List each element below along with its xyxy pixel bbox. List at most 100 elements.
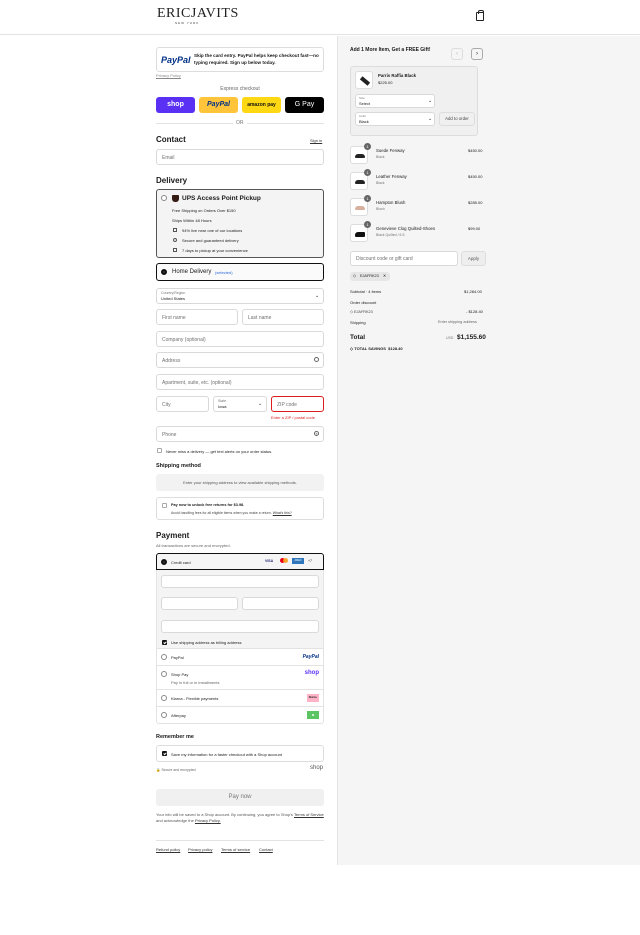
cart-item: 1 Suede Fenway Black $450.00 [350,143,486,166]
ups-radio[interactable] [161,195,167,201]
tag-icon: ◇ [353,274,356,278]
ups-line2: Ships Within 48 Hours [172,218,212,223]
shield-icon [173,238,177,242]
zip-field[interactable]: ZIP code [271,396,324,412]
afterpay-icon: a [307,711,319,719]
country-select[interactable]: Country/Region United States ⌄ [156,288,324,304]
address-field[interactable]: Address [156,352,324,368]
company-field[interactable]: Company (optional) [156,331,324,347]
remove-discount-icon[interactable]: ✕ [383,274,386,278]
ups-bullet-2: Secure and guaranteed delivery [182,238,239,243]
shipping-method-heading: Shipping method [156,463,201,469]
paypal-express-button[interactable]: PayPal [199,97,238,113]
add-to-order-button[interactable]: Add to order [439,112,475,126]
terms-text: Your info will be saved to a Shop accoun… [156,812,324,823]
discount-code-label: ◇ EJAFRK23 [350,310,373,314]
chevron-right-icon[interactable]: › [471,48,483,60]
card-number-field[interactable] [161,575,319,588]
ups-pickup-option[interactable]: UPS Access Point Pickup Free Shipping on… [156,189,324,258]
free-returns-checkbox[interactable] [162,503,167,508]
sign-in-link[interactable]: Sign in [310,138,322,143]
home-delivery-radio[interactable] [161,269,167,275]
billing-same-label: Use shipping address as billing address [171,640,242,645]
privacy-policy-link[interactable]: Privacy Policy [156,73,181,78]
or-label: OR [233,120,247,126]
shopping-bag-icon[interactable] [476,10,484,21]
upsell-card: Parris Raffia Black $225.00 Size Select … [350,66,478,136]
paypal-method[interactable]: PayPal PayPal [156,649,324,666]
upsell-product-name: Parris Raffia Black [378,73,416,78]
zip-error: Enter a ZIP / postal code [271,415,315,420]
site-header: ERICJAVITS NEW YORK [0,0,640,35]
help-icon: ? [314,431,319,436]
cart-item: 1 Genevieve Clog Quilted-Shoes Black Qui… [350,221,486,244]
credit-card-option[interactable]: Credit card VISA AMEX +7 [156,553,324,570]
cart-items: 1 Suede Fenway Black $450.00 1 Leather F… [350,143,486,242]
upsell-color-select[interactable]: Color Black ⌄ [355,112,435,126]
refund-policy-link[interactable]: Refund policy [156,847,180,852]
cart-item: 1 Leather Fenway Black $450.00 [350,169,486,192]
home-delivery-selected: (selected) [215,270,233,275]
brand-logo[interactable]: ERICJAVITS [157,6,239,22]
paypal-banner: PayPal Skip the card entry. PayPal helps… [156,47,324,72]
footer-divider [156,840,324,841]
amex-icon: AMEX [292,558,304,564]
google-pay-button[interactable]: G Pay [285,97,324,113]
shop-terms-link[interactable]: Terms of Service [294,812,324,817]
expiry-field[interactable] [161,597,238,610]
terms-of-service-link[interactable]: Terms of service [221,847,250,852]
last-name-field[interactable]: Last name [242,309,324,325]
apartment-field[interactable]: Apartment, suite, etc. (optional) [156,374,324,390]
free-returns-option[interactable]: Pay now to unlock free returns for $3.98… [156,497,324,520]
chevron-left-icon[interactable]: ‹ [451,48,463,60]
shop-pay-button[interactable]: shop [156,97,195,113]
shop-privacy-link[interactable]: Privacy Policy. [195,818,221,823]
ups-title: UPS Access Point Pickup [182,195,261,202]
credit-card-radio[interactable] [161,559,167,565]
billing-same-checkbox[interactable] [162,640,167,645]
apply-button[interactable]: Apply [461,251,486,266]
home-delivery-option[interactable]: Home Delivery (selected) [156,263,324,281]
chevron-down-icon: ⌄ [258,401,263,407]
payment-subtitle: All transactions are secure and encrypte… [156,543,231,548]
total-label: Total [350,334,366,341]
pay-now-button[interactable]: Pay now [156,789,324,806]
chevron-down-icon: ⌄ [428,116,433,122]
visa-icon: VISA [265,559,274,563]
chevron-down-icon: ⌄ [428,98,433,104]
name-on-card-field[interactable] [161,620,319,633]
home-delivery-label: Home Delivery [172,269,212,275]
sms-label: Never miss a delivery — get text alerts … [166,449,273,454]
phone-field[interactable]: Phone? [156,426,324,442]
checkout-main: PayPal Skip the card entry. PayPal helps… [0,36,337,935]
ups-line1: Free Shipping on Orders Over $150 [172,208,236,213]
first-name-field[interactable]: First name [156,309,238,325]
cart-item: 1 Hampton Blush Blush $285.00 [350,195,486,218]
shop-pay-method[interactable]: Shop Pay Pay in full or in installments … [156,666,324,690]
discount-code-field[interactable]: Discount code or gift card [350,251,458,266]
whats-this-link[interactable]: What's this? [273,511,292,515]
upsell-product-image [355,71,373,89]
amazon-pay-button[interactable]: amazon pay [242,97,281,113]
item-image: 1 [350,195,371,216]
contact-link[interactable]: Contact [259,847,273,852]
shipping-value: Enter shipping address [438,320,477,324]
save-info-checkbox[interactable] [162,751,167,756]
total-value: $1,155.60 [457,334,486,341]
cvv-field[interactable] [242,597,319,610]
privacy-policy-footer-link[interactable]: Privacy policy [188,847,212,852]
shop-logo: shop [310,765,324,771]
mastercard-icon [280,558,288,564]
klarna-method[interactable]: Klarna - Flexible payments Klarna. [156,690,324,707]
subtotal-label: Subtotal · 4 items [350,289,382,294]
upsell-size-select[interactable]: Size Select ⌄ [355,94,435,108]
email-field[interactable]: Email [156,149,324,165]
delivery-heading: Delivery [156,176,188,185]
state-select[interactable]: State Iowa ⌄ [213,396,267,412]
remember-me-heading: Remember me [156,734,194,740]
city-field[interactable]: City [156,396,209,412]
save-info-option[interactable]: Save my information for a faster checkou… [156,745,324,762]
order-summary: Add 1 More Item, Get a FREE Gift! ‹ › Pa… [337,36,640,865]
sms-checkbox[interactable] [157,448,162,453]
afterpay-method[interactable]: Afterpay a [156,707,324,724]
